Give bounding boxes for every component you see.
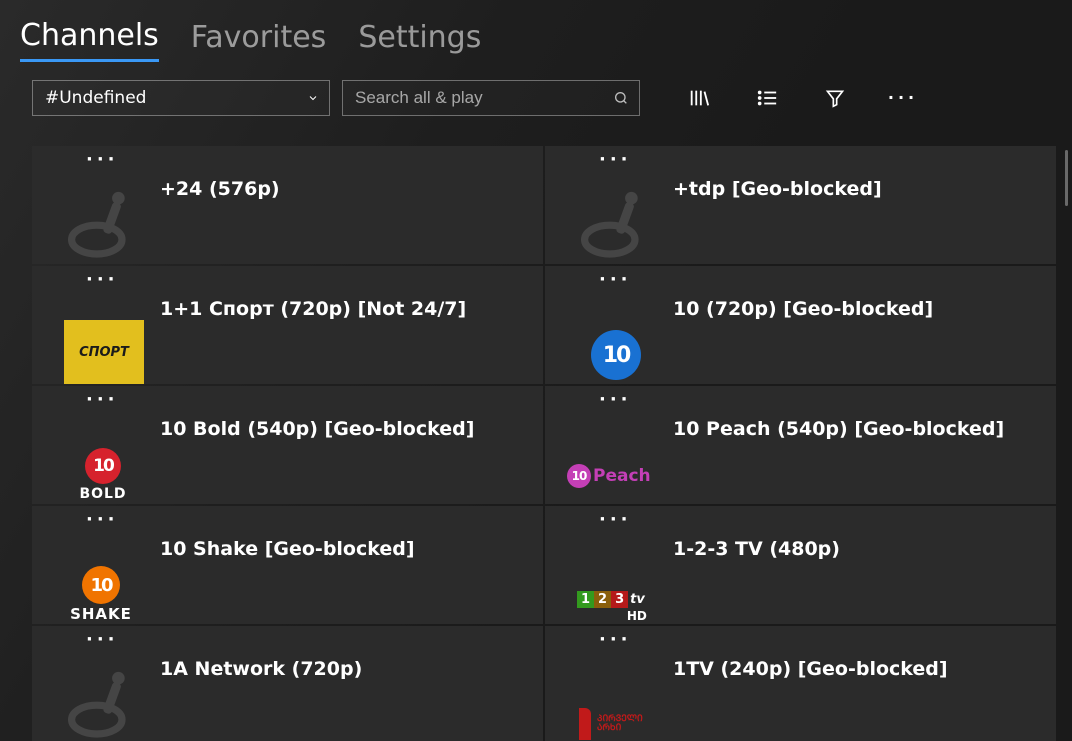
channel-title: 1A Network (720p) — [160, 658, 362, 680]
tab-favorites[interactable]: Favorites — [191, 20, 327, 61]
tab-channels[interactable]: Channels — [20, 18, 159, 62]
channel-tile[interactable]: ···10 Peach (540p) [Geo-blocked]10Peach — [545, 386, 1056, 504]
channel-title: +tdp [Geo-blocked] — [673, 178, 882, 200]
channel-logo: 123tvHD — [577, 592, 647, 623]
channel-tile[interactable]: ···1+1 Спорт (720p) [Not 24/7]СПОРТ — [32, 266, 543, 384]
channel-logo: ᲞᲘᲠᲕᲔᲚᲘᲐᲠᲮᲘ — [579, 708, 643, 740]
funnel-icon — [825, 88, 845, 108]
channel-title: 10 Peach (540p) [Geo-blocked] — [673, 418, 1004, 440]
channel-logo: 10Peach — [567, 464, 651, 488]
library-icon — [688, 87, 710, 109]
search-box[interactable] — [342, 80, 640, 116]
placeholder-logo — [54, 662, 154, 741]
channel-title: 10 Bold (540p) [Geo-blocked] — [160, 418, 474, 440]
list-view-button[interactable] — [756, 87, 778, 109]
channel-logo: 10SHAKE — [60, 566, 142, 623]
library-button[interactable] — [688, 87, 710, 109]
channel-title: 1-2-3 TV (480p) — [673, 538, 840, 560]
chevron-down-icon — [307, 92, 319, 104]
more-button[interactable]: ··· — [892, 87, 914, 109]
channel-title: 10 (720p) [Geo-blocked] — [673, 298, 933, 320]
category-dropdown[interactable]: #Undefined — [32, 80, 330, 116]
channel-logo: 10 — [591, 330, 641, 380]
channel-logo: СПОРТ — [64, 320, 144, 384]
channel-tile[interactable]: ···10 Shake [Geo-blocked]10SHAKE — [32, 506, 543, 624]
channel-tile[interactable]: ···+24 (576p) — [32, 146, 543, 264]
channel-title: 1TV (240p) [Geo-blocked] — [673, 658, 948, 680]
channel-title: 10 Shake [Geo-blocked] — [160, 538, 415, 560]
channel-logo: 10BOLD — [64, 448, 142, 502]
dropdown-value: #Undefined — [45, 88, 146, 108]
scrollbar-thumb[interactable] — [1065, 150, 1068, 206]
channel-tile[interactable]: ···10 Bold (540p) [Geo-blocked]10BOLD — [32, 386, 543, 504]
search-input[interactable] — [355, 88, 613, 108]
placeholder-logo — [567, 182, 667, 264]
placeholder-logo — [54, 182, 154, 264]
navigation-tabs: Channels Favorites Settings — [0, 0, 1072, 74]
channel-tile[interactable]: ···1TV (240p) [Geo-blocked]ᲞᲘᲠᲕᲔᲚᲘᲐᲠᲮᲘ — [545, 626, 1056, 741]
channel-tile[interactable]: ···1A Network (720p) — [32, 626, 543, 741]
filter-button[interactable] — [824, 87, 846, 109]
toolbar: #Undefined ··· — [0, 74, 1072, 128]
channel-grid-wrap: ···+24 (576p)···+tdp [Geo-blocked]···1+1… — [0, 128, 1072, 741]
tab-settings[interactable]: Settings — [358, 20, 481, 61]
search-icon — [613, 90, 629, 106]
channel-title: +24 (576p) — [160, 178, 280, 200]
list-icon — [756, 87, 778, 109]
channel-title: 1+1 Спорт (720p) [Not 24/7] — [160, 298, 466, 320]
channel-tile[interactable]: ···+tdp [Geo-blocked] — [545, 146, 1056, 264]
channel-tile[interactable]: ···1-2-3 TV (480p)123tvHD — [545, 506, 1056, 624]
channel-tile[interactable]: ···10 (720p) [Geo-blocked]10 — [545, 266, 1056, 384]
channel-grid: ···+24 (576p)···+tdp [Geo-blocked]···1+1… — [32, 146, 1056, 741]
